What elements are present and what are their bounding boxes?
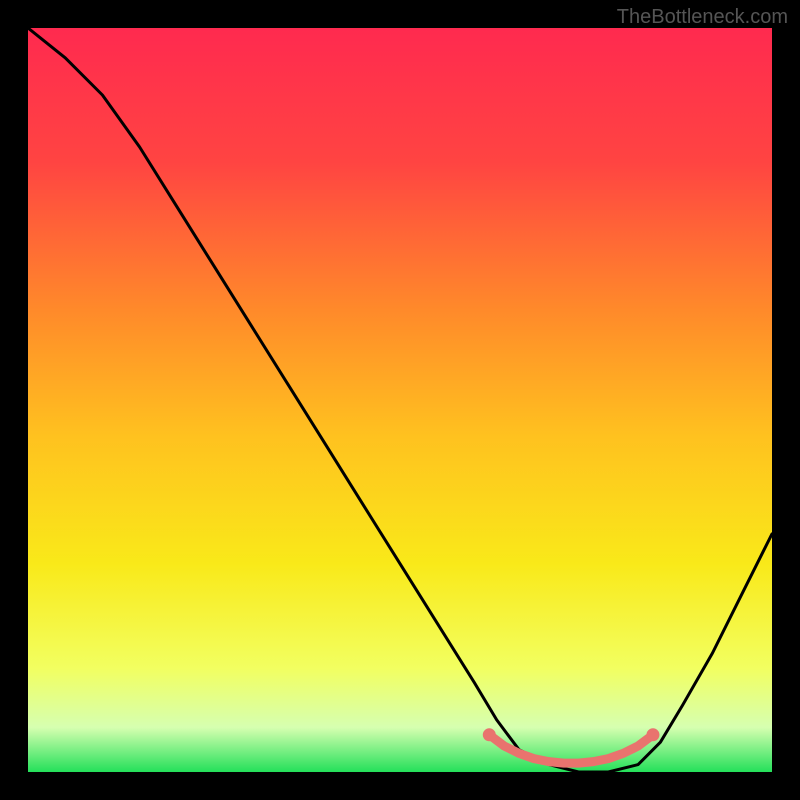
curve-layer	[28, 28, 772, 772]
watermark-text: TheBottleneck.com	[617, 6, 788, 29]
marker-dot-left	[483, 728, 496, 741]
bottleneck-curve	[28, 28, 772, 772]
marker-dot-right	[646, 728, 659, 741]
plot-area	[28, 28, 772, 772]
optimal-band-marker	[489, 735, 653, 763]
